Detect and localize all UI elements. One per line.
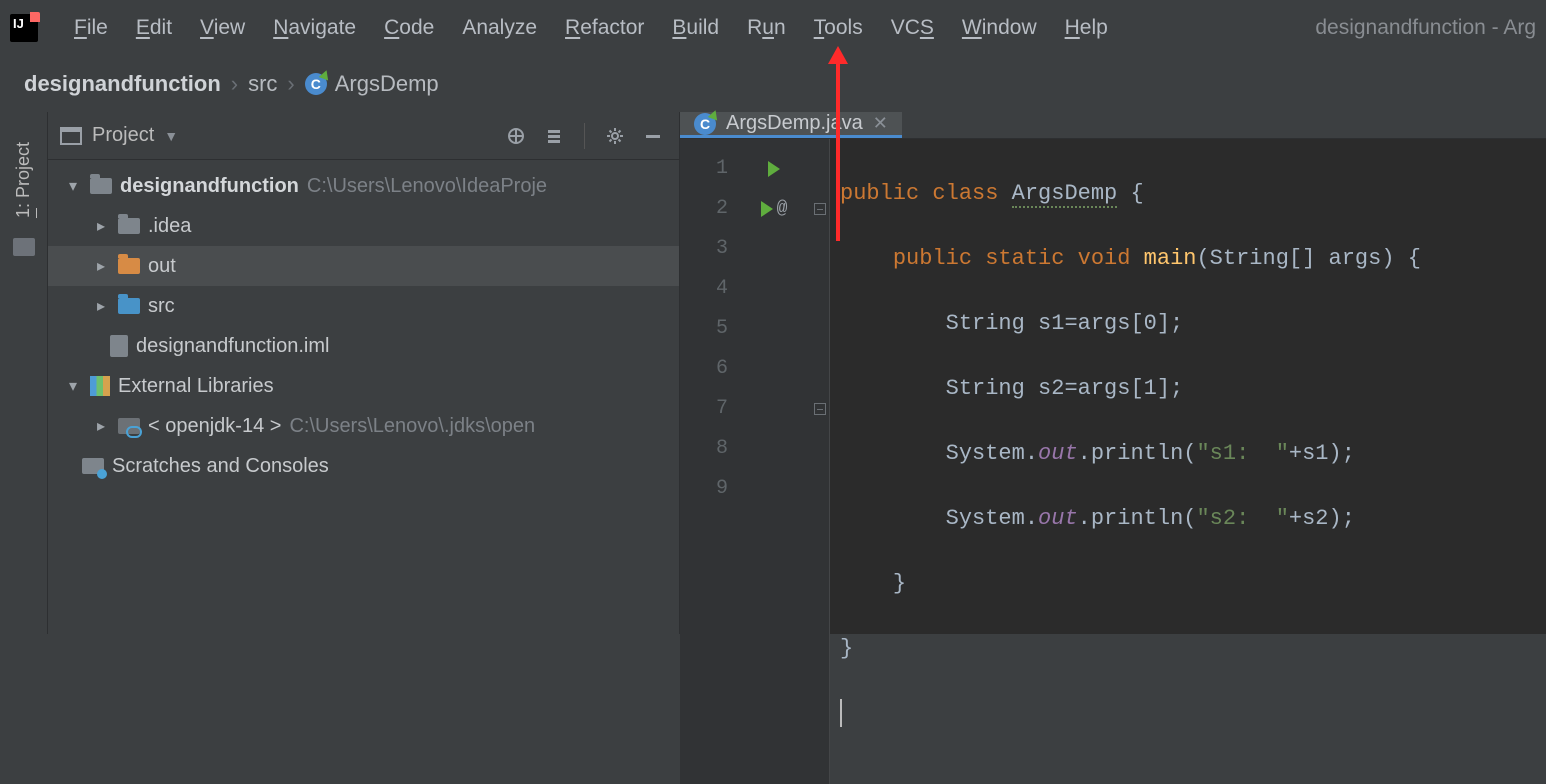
project-panel-header: Project ▼ [48, 112, 679, 160]
editor-tabs: C ArgsDemp.java ✕ [680, 112, 1546, 139]
menu-refactor[interactable]: Refactor [555, 12, 654, 44]
menu-navigate[interactable]: Navigate [263, 12, 366, 44]
editor-area: C ArgsDemp.java ✕ 123456789 @ public cla… [680, 112, 1546, 634]
folder-icon [118, 218, 140, 234]
project-tree: ▾ designandfunction C:\Users\Lenovo\Idea… [48, 160, 679, 634]
line-number: 1 [680, 149, 728, 189]
main-area: 1: Project Project ▼ ▾ [0, 112, 1546, 634]
menu-vcs[interactable]: VCS [881, 12, 944, 44]
menu-tools[interactable]: Tools [804, 12, 873, 44]
editor-body: 123456789 @ public class ArgsDemp { publ… [680, 139, 1546, 784]
left-tool-strip: 1: Project [0, 112, 48, 634]
project-panel: Project ▼ ▾ designandfunction [48, 112, 680, 634]
chevron-down-icon[interactable]: ▾ [64, 176, 82, 196]
menu-code[interactable]: Code [374, 12, 444, 44]
run-gutter: @ [738, 139, 810, 784]
chevron-right-icon[interactable]: ▸ [92, 296, 110, 316]
fold-marker-icon[interactable] [814, 403, 826, 415]
line-number: 9 [680, 469, 728, 509]
breadcrumb-src[interactable]: src [248, 71, 277, 97]
structure-tool-icon[interactable] [13, 238, 35, 256]
breadcrumb-root[interactable]: designandfunction [24, 71, 221, 97]
line-number: 4 [680, 269, 728, 309]
text-caret [840, 699, 842, 727]
scratches-icon [82, 458, 104, 474]
editor-tab-active[interactable]: C ArgsDemp.java ✕ [680, 112, 902, 138]
java-class-icon: C [305, 73, 327, 95]
chevron-right-icon[interactable]: ▸ [92, 416, 110, 436]
project-tool-button[interactable]: 1: Project [13, 142, 34, 218]
chevron-right-icon[interactable]: ▸ [92, 256, 110, 276]
expand-all-icon[interactable] [540, 122, 568, 150]
hide-panel-icon[interactable] [639, 122, 667, 150]
tree-row-out[interactable]: ▸ out [48, 246, 679, 286]
code-editor[interactable]: public class ArgsDemp { public static vo… [830, 139, 1546, 784]
line-number: 8 [680, 429, 728, 469]
tree-row-iml[interactable]: designandfunction.iml [48, 326, 679, 366]
chevron-right-icon[interactable]: ▸ [92, 216, 110, 236]
run-line-marker-icon[interactable]: @ [738, 189, 810, 229]
menu-bar: IJ FileEditViewNavigateCodeAnalyzeRefact… [0, 0, 1546, 56]
project-view-icon [60, 127, 82, 145]
module-file-icon [110, 335, 128, 357]
tree-row-src[interactable]: ▸ src [48, 286, 679, 326]
close-icon[interactable]: ✕ [873, 113, 888, 134]
menu-window[interactable]: Window [952, 12, 1047, 44]
menu-edit[interactable]: Edit [126, 12, 182, 44]
line-number: 5 [680, 309, 728, 349]
run-line-marker-icon[interactable] [738, 149, 810, 189]
tree-row-scratches[interactable]: Scratches and Consoles [48, 446, 679, 486]
tree-row-idea[interactable]: ▸ .idea [48, 206, 679, 246]
library-icon [90, 376, 110, 396]
line-number: 6 [680, 349, 728, 389]
menu-run[interactable]: Run [737, 12, 796, 44]
tab-label: ArgsDemp.java [726, 112, 863, 135]
select-opened-file-icon[interactable] [502, 122, 530, 150]
folder-icon [118, 258, 140, 274]
jdk-icon [118, 418, 140, 434]
chevron-right-icon: › [287, 71, 294, 97]
line-number: 3 [680, 229, 728, 269]
menu-analyze[interactable]: Analyze [452, 12, 547, 44]
tree-row-jdk[interactable]: ▸ < openjdk-14 > C:\Users\Lenovo\.jdks\o… [48, 406, 679, 446]
source-folder-icon [118, 298, 140, 314]
menu-help[interactable]: Help [1055, 12, 1118, 44]
gear-icon[interactable] [601, 122, 629, 150]
menu-build[interactable]: Build [662, 12, 729, 44]
chevron-down-icon[interactable]: ▾ [64, 376, 82, 396]
fold-marker-icon[interactable] [814, 203, 826, 215]
folder-icon [90, 178, 112, 194]
window-title: designandfunction - Arg [1315, 16, 1536, 40]
tree-row-project-root[interactable]: ▾ designandfunction C:\Users\Lenovo\Idea… [48, 166, 679, 206]
fold-gutter [810, 139, 830, 784]
menu-view[interactable]: View [190, 12, 255, 44]
line-number: 2 [680, 189, 728, 229]
breadcrumb: designandfunction › src › C ArgsDemp [0, 56, 1546, 112]
panel-title[interactable]: Project [92, 124, 154, 147]
java-class-icon: C [694, 113, 716, 135]
line-number: 7 [680, 389, 728, 429]
chevron-down-icon[interactable]: ▼ [164, 128, 178, 144]
breadcrumb-file[interactable]: C ArgsDemp [305, 71, 439, 97]
chevron-right-icon: › [231, 71, 238, 97]
app-icon: IJ [10, 14, 38, 42]
tree-row-external-libraries[interactable]: ▾ External Libraries [48, 366, 679, 406]
line-number-gutter: 123456789 [680, 139, 738, 784]
menu-file[interactable]: File [64, 12, 118, 44]
